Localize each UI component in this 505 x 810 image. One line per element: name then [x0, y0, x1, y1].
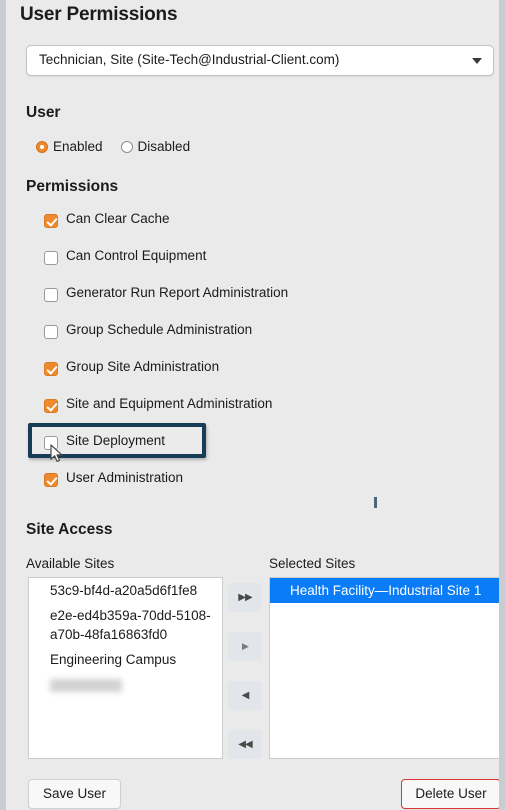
site-access-heading: Site Access	[26, 521, 113, 538]
available-sites-listbox[interactable]: 53c9-bf4d-a20a5d6f1fe8 e2e-ed4b359a-70dd…	[28, 577, 223, 759]
user-permissions-panel: User Permissions Technician, Site (Site-…	[6, 0, 499, 810]
permission-label: Can Control Equipment	[66, 248, 207, 263]
permission-label: Generator Run Report Administration	[66, 285, 289, 300]
move-all-left-button[interactable]: ◀◀	[228, 730, 262, 759]
save-user-button[interactable]: Save User	[28, 779, 121, 809]
permissions-section-heading: Permissions	[26, 178, 119, 195]
selected-sites-label: Selected Sites	[269, 556, 356, 571]
app-root: User Permissions Technician, Site (Site-…	[0, 0, 505, 810]
redacted-text	[50, 679, 122, 692]
page-title: User Permissions	[20, 4, 178, 25]
checkbox-group-site-administration[interactable]	[44, 362, 58, 376]
user-status-radio-group: Enabled Disabled	[36, 138, 208, 158]
permissions-list: Can Clear Cache Can Control Equipment Ge…	[6, 210, 499, 506]
checkbox-can-control-equipment[interactable]	[44, 251, 58, 265]
move-right-button[interactable]: ▶	[228, 632, 262, 661]
selected-sites-listbox[interactable]: Health Facility—Industrial Site 1	[269, 577, 499, 759]
list-item[interactable]: Engineering Campus	[29, 647, 222, 672]
list-item[interactable]: e2e-ed4b359a-70dd-5108-a70b-48fa16863fd0	[29, 603, 222, 647]
permission-row-can-control-equipment[interactable]: Can Control Equipment	[6, 247, 499, 284]
available-sites-label: Available Sites	[26, 556, 115, 571]
permission-label: Group Site Administration	[66, 359, 220, 374]
permission-label: Can Clear Cache	[66, 211, 170, 226]
permission-label: Site Deployment	[66, 433, 166, 448]
radio-disabled-icon[interactable]	[120, 141, 133, 153]
radio-label-enabled: Enabled	[53, 139, 103, 154]
permission-label: Group Schedule Administration	[66, 322, 253, 337]
chevron-down-icon	[472, 58, 482, 64]
user-section-heading: User	[26, 104, 61, 121]
radio-enabled-icon[interactable]	[36, 141, 48, 153]
checkbox-group-schedule-administration[interactable]	[44, 325, 58, 339]
list-item-redacted[interactable]	[29, 672, 222, 697]
list-item[interactable]: Health Facility—Industrial Site 1	[270, 578, 499, 603]
radio-option-enabled[interactable]: Enabled	[36, 138, 103, 156]
delete-user-button[interactable]: Delete User	[401, 779, 499, 809]
permission-row-generator-run-report-administration[interactable]: Generator Run Report Administration	[6, 284, 499, 321]
radio-label-disabled: Disabled	[137, 139, 191, 154]
permission-row-can-clear-cache[interactable]: Can Clear Cache	[6, 210, 499, 247]
checkbox-generator-run-report-administration[interactable]	[44, 288, 58, 302]
permission-row-site-deployment[interactable]: Site Deployment	[6, 423, 499, 469]
permission-label: User Administration	[66, 470, 184, 485]
move-left-button[interactable]: ◀	[228, 681, 262, 710]
permission-label: Site and Equipment Administration	[66, 396, 273, 411]
permission-row-group-schedule-administration[interactable]: Group Schedule Administration	[6, 321, 499, 358]
list-item[interactable]: 53c9-bf4d-a20a5d6f1fe8	[29, 578, 222, 603]
permission-row-group-site-administration[interactable]: Group Site Administration	[6, 358, 499, 395]
checkbox-user-administration[interactable]	[44, 473, 58, 487]
checkbox-site-deployment[interactable]	[44, 436, 58, 450]
role-select[interactable]: Technician, Site (Site-Tech@Industrial-C…	[26, 45, 494, 76]
checkbox-can-clear-cache[interactable]	[44, 214, 58, 228]
move-all-right-button[interactable]: ▶▶	[228, 583, 262, 612]
checkbox-site-and-equipment-administration[interactable]	[44, 399, 58, 413]
role-select-value: Technician, Site (Site-Tech@Industrial-C…	[39, 52, 340, 67]
permission-row-user-administration[interactable]: User Administration	[6, 469, 499, 506]
text-caret-artifact	[374, 497, 377, 508]
radio-option-disabled[interactable]: Disabled	[120, 138, 191, 156]
